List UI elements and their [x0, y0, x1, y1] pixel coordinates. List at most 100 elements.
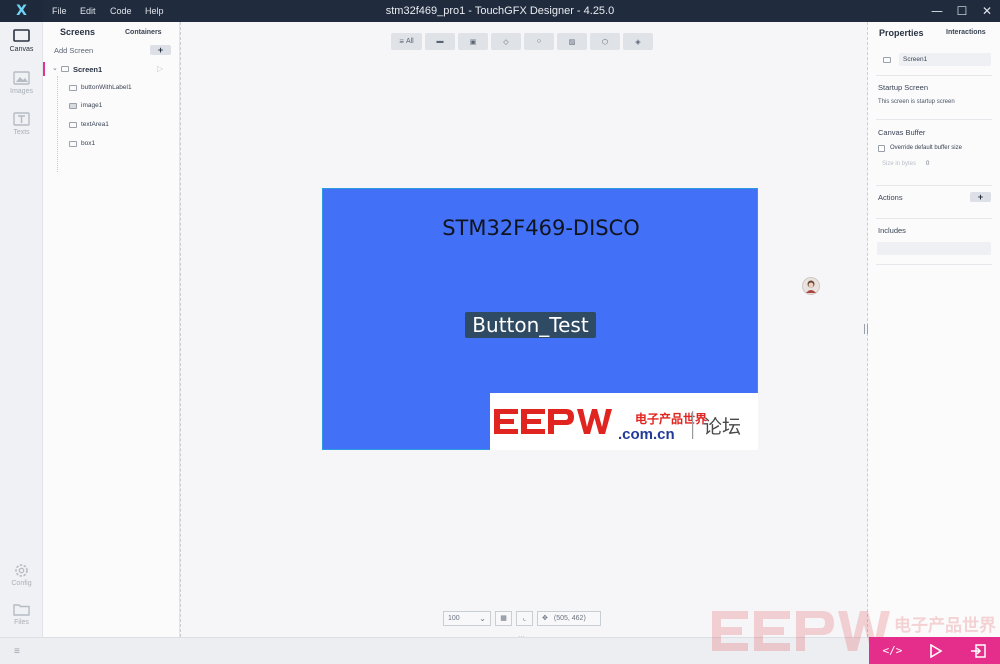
coordinates-value: (505, 462)	[553, 614, 586, 622]
run-target-button[interactable]	[970, 643, 987, 658]
fit-icon: ▦	[500, 615, 507, 622]
widget-toolbar: ≡ All ▬ ▣ ◇ ○ ▨ ⬡ ◈	[391, 33, 653, 50]
image-icon: ▣	[469, 38, 477, 46]
log-icon[interactable]: ≡	[14, 646, 20, 657]
canvas-bottom-bar: 100 ⌄ ▦ ⌞ ✥ (505, 462)	[443, 610, 601, 626]
size-in-bytes-value: 0	[926, 161, 930, 167]
filter-buttons-button[interactable]: ▬	[425, 33, 455, 50]
rail-config-label: Config	[11, 580, 32, 587]
override-buffer-checkbox[interactable]	[878, 145, 885, 152]
crop-icon: ⌞	[522, 615, 527, 622]
canvas-icon	[13, 29, 30, 42]
screen-name: Screen1	[73, 65, 103, 74]
tree-item-screen1[interactable]: ⌄ Screen1 ▷	[43, 62, 179, 76]
rail-files-label: Files	[14, 619, 29, 626]
add-screen-button[interactable]: +	[150, 45, 171, 55]
fit-screen-button[interactable]: ▦	[495, 610, 512, 626]
rail-texts-label: Texts	[13, 129, 30, 136]
text-area-stm32[interactable]: STM32F469-DISCO	[323, 216, 759, 240]
maximize-icon[interactable]: ☐	[951, 0, 973, 22]
widget-name: image1	[81, 102, 103, 109]
rail-images-button[interactable]: Images	[0, 64, 43, 108]
button-with-label[interactable]: Button_Test	[465, 312, 596, 338]
list-icon: ≡	[399, 37, 404, 46]
eepw-chinese-text: 电子产品世界	[635, 411, 707, 426]
tab-containers[interactable]: Containers	[125, 29, 162, 36]
play-icon[interactable]: ▷	[157, 64, 163, 73]
layers-icon: ◇	[503, 38, 509, 46]
tab-properties[interactable]: Properties	[879, 28, 924, 38]
box-widget-icon	[69, 141, 77, 147]
menu-help[interactable]: Help	[145, 0, 164, 22]
screen-name-value: Screen1	[903, 56, 928, 63]
canvas-buffer-heading: Canvas Buffer	[878, 128, 926, 137]
size-in-bytes-label: Size in bytes	[882, 161, 917, 167]
eepw-logo: 电子产品世界 .com.cn 论坛	[494, 409, 741, 443]
filter-all-button[interactable]: ≡ All	[391, 33, 422, 50]
widget-name: box1	[81, 140, 96, 147]
screen-name-field[interactable]: Screen1	[899, 53, 991, 66]
rail-config-button[interactable]: Config	[0, 555, 43, 599]
rail-canvas-label: Canvas	[9, 46, 34, 53]
run-bar: </>	[869, 637, 1000, 664]
divider	[876, 218, 992, 219]
texts-icon	[13, 112, 30, 126]
startup-screen-heading: Startup Screen	[878, 83, 929, 92]
shapes-icon: ○	[536, 38, 542, 45]
cube-icon: ⬡	[601, 38, 609, 46]
tab-screens[interactable]: Screens	[60, 27, 95, 37]
filter-images-button[interactable]: ▣	[458, 33, 488, 50]
screens-panel: Screens Containers Add Screen + ⌄ Screen…	[43, 22, 180, 637]
menu-code[interactable]: Code	[110, 0, 132, 22]
generate-code-button[interactable]: </>	[883, 644, 903, 657]
coordinates-readout: ✥ (505, 462)	[537, 610, 601, 626]
screen-canvas[interactable]: STM32F469-DISCO Button_Test 电子产品世界 .com.…	[322, 188, 758, 450]
rail-canvas-button[interactable]: Canvas	[0, 22, 43, 66]
user-avatar-icon	[806, 280, 816, 293]
rail-texts-button[interactable]: Texts	[0, 105, 43, 149]
divider	[876, 119, 992, 120]
rail-images-label: Images	[10, 88, 33, 95]
folder-icon	[13, 604, 30, 616]
gear-icon	[15, 564, 28, 577]
button-widget-icon	[69, 85, 77, 91]
eepw-domain-text: .com.cn	[618, 426, 675, 443]
rail-files-button[interactable]: Files	[0, 595, 43, 639]
avatar[interactable]	[802, 277, 820, 295]
tab-interactions[interactable]: Interactions	[946, 29, 986, 36]
includes-heading: Includes	[878, 226, 906, 235]
startup-screen-text: This screen is startup screen	[878, 99, 955, 105]
text-widget-icon	[69, 122, 77, 128]
title-bar: X File Edit Code Help stm32f469_pro1 - T…	[0, 0, 1000, 22]
divider	[876, 264, 992, 265]
properties-panel: Properties Interactions Screen1 Startup …	[868, 22, 1000, 637]
stack-icon: ◈	[635, 38, 641, 46]
pointer-icon: ▬	[436, 38, 444, 45]
screen-icon	[883, 57, 891, 63]
divider	[876, 75, 992, 76]
crop-button[interactable]: ⌞	[516, 610, 533, 626]
minimize-icon[interactable]: —	[926, 0, 948, 22]
images-icon	[13, 71, 30, 85]
image-widget-icon	[69, 103, 77, 109]
chevron-down-icon[interactable]: ⌄	[52, 64, 58, 72]
close-icon[interactable]: ✕	[976, 0, 998, 22]
image1-widget[interactable]: 电子产品世界 .com.cn 论坛	[490, 393, 758, 450]
menu-edit[interactable]: Edit	[80, 0, 96, 22]
add-action-button[interactable]: +	[970, 192, 991, 202]
includes-field[interactable]	[877, 242, 991, 255]
menu-file[interactable]: File	[52, 0, 67, 22]
touchgfx-logo: X	[0, 0, 43, 22]
filter-controls-button[interactable]: ▨	[557, 33, 587, 50]
left-rail: Canvas Images Texts Config Files	[0, 22, 43, 664]
filter-containers-button[interactable]: ◇	[491, 33, 521, 50]
zoom-select[interactable]: 100 ⌄	[443, 610, 491, 626]
filter-3d-button[interactable]: ⬡	[590, 33, 620, 50]
move-icon: ✥	[542, 615, 548, 622]
filter-shapes-button[interactable]: ○	[524, 33, 554, 50]
bottom-resize-handle[interactable]: ⋯	[518, 633, 525, 641]
run-simulator-button[interactable]	[929, 643, 943, 658]
keyboard-icon: ▨	[568, 38, 576, 46]
canvas-area[interactable]: ≡ All ▬ ▣ ◇ ○ ▨ ⬡ ◈ STM32F469-DISCO Butt…	[180, 22, 868, 637]
filter-misc-button[interactable]: ◈	[623, 33, 653, 50]
